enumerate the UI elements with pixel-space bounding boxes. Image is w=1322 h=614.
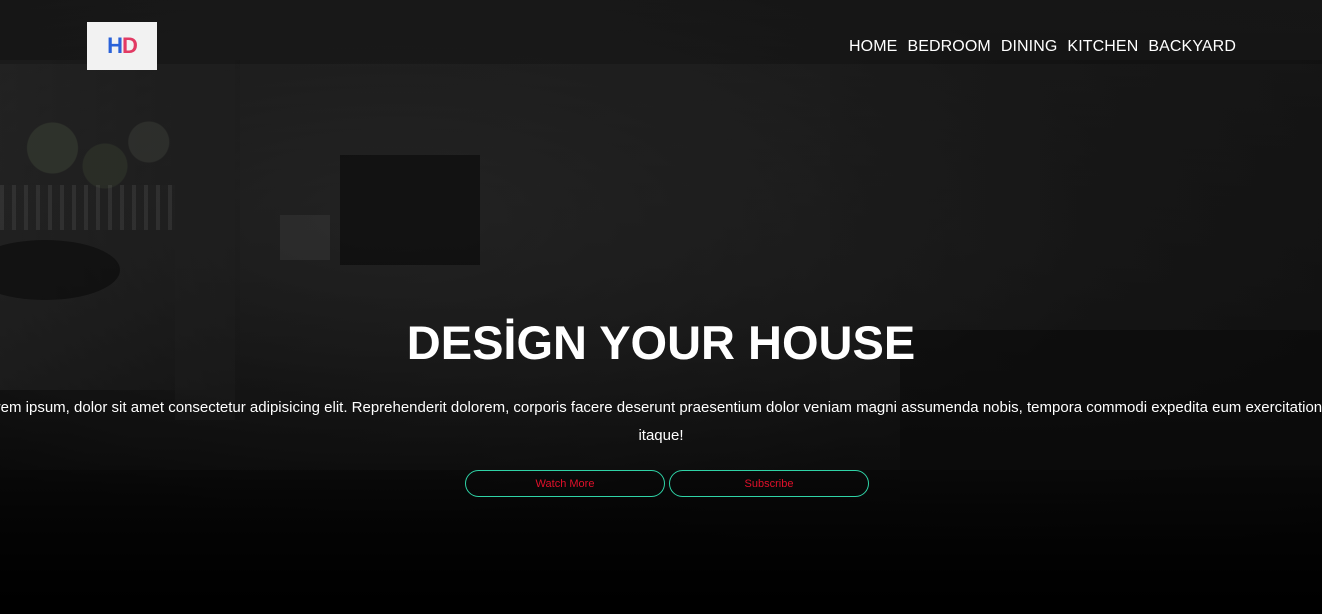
nav-item-home[interactable]: HOME [849,38,897,56]
logo-text: HD [107,33,138,58]
subscribe-button[interactable]: Subscribe [669,470,869,497]
navbar: HD HOME BEDROOM DINING KITCHEN BACKYARD [0,0,1322,70]
dark-overlay [0,0,1322,614]
logo[interactable]: HD [87,22,157,70]
nav-item-kitchen[interactable]: KITCHEN [1067,38,1138,56]
watch-more-button[interactable]: Watch More [465,470,665,497]
hero-actions: Watch More Subscribe [465,470,869,497]
hero-description: Lorem ipsum, dolor sit amet consectetur … [0,399,1322,444]
nav-item-bedroom[interactable]: BEDROOM [907,38,990,56]
nav-item-dining[interactable]: DINING [1001,38,1058,56]
nav-item-backyard[interactable]: BACKYARD [1148,38,1236,56]
main-nav: HOME BEDROOM DINING KITCHEN BACKYARD [849,38,1236,56]
hero-title: DESİGN YOUR HOUSE [406,316,916,369]
hero-section: HD HOME BEDROOM DINING KITCHEN BACKYARD … [0,0,1322,614]
